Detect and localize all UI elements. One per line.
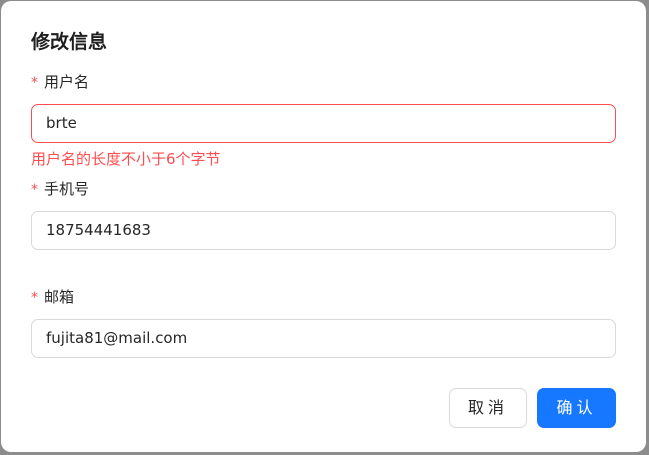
dialog-title: 修改信息 [31, 31, 108, 53]
required-mark: * [31, 75, 38, 91]
required-mark: * [31, 182, 38, 198]
email-input[interactable]: fujita81@mail.com [31, 319, 616, 358]
email-label-text: 邮箱 [44, 288, 75, 306]
username-error-message: 用户名的长度不小于6个字节 [31, 150, 221, 168]
username-input[interactable]: brte [31, 104, 616, 143]
email-label: * 邮箱 [31, 286, 74, 309]
phone-input[interactable]: 18754441683 [31, 211, 616, 250]
confirm-button[interactable]: 确认 [537, 388, 616, 428]
cancel-button[interactable]: 取消 [449, 388, 527, 428]
username-label-text: 用户名 [44, 73, 90, 91]
phone-label-text: 手机号 [44, 180, 90, 198]
username-label: * 用户名 [31, 71, 89, 94]
required-mark: * [31, 290, 38, 306]
edit-info-dialog: 修改信息 * 用户名 brte 用户名的长度不小于6个字节 * 手机号 187544… [1, 1, 646, 452]
phone-label: * 手机号 [31, 178, 89, 201]
